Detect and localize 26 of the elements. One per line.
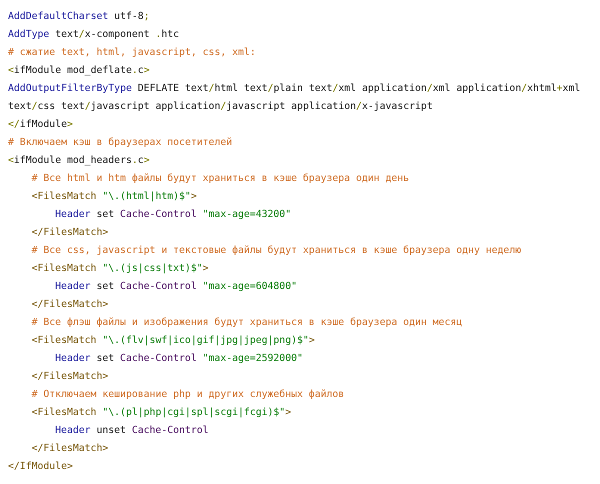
code-line: AddType text/x-component .htc	[8, 28, 180, 42]
code-line: <FilesMatch "\.(html|htm)$">	[32, 190, 198, 204]
code-line: <FilesMatch "\.(js|css|txt)$">	[32, 262, 210, 276]
code-line: </ifModule>	[8, 118, 74, 132]
code-line: <FilesMatch "\.(pl|php|cgi|spl|scgi|fcgi)$">	[32, 406, 292, 420]
code-line: </FilesMatch>	[32, 298, 110, 312]
code-line: Header set Cache-Control "max-age=43200"	[55, 208, 292, 222]
code-line: <FilesMatch "\.(flv|swf|ico|gif|jpg|jpeg|png)$">	[32, 334, 316, 348]
code-line: # Все флэш файлы и изображения будут храниться в кэше браузера один месяц	[32, 316, 464, 330]
code-line: Header set Cache-Control "max-age=604800"	[55, 280, 298, 294]
code-line: </IfModule>	[8, 460, 74, 474]
code-line: # сжатие text, html, javascript, css, xml:	[8, 46, 257, 60]
code-line: </FilesMatch>	[32, 442, 110, 456]
code-line: # Все html и htm файлы будут храниться в кэше браузера один день	[32, 172, 410, 186]
code-line: <ifModule mod_deflate.c>	[8, 64, 151, 78]
code-line: AddOutputFilterByType DEFLATE text/html text/plain text/xml application/xml application/xhtml+xml	[8, 82, 582, 96]
code-line: </FilesMatch>	[32, 226, 110, 240]
code-line: <ifModule mod_headers.c>	[8, 154, 151, 168]
code-line: # Все css, javascript и текстовые файлы будут храниться в кэше браузера одну неделю	[32, 244, 522, 258]
code-line: Header set Cache-Control "max-age=2592000"	[55, 352, 304, 366]
code-line: Header unset Cache-Control	[55, 424, 210, 438]
code-line: AddDefaultCharset utf-8;	[8, 10, 151, 24]
code-line: </FilesMatch>	[32, 370, 110, 384]
code-line: # Отключаем кеширование php и других служебных файлов	[32, 388, 346, 402]
code-line: # Включаем кэш в браузерах посетителей	[8, 136, 234, 150]
code-line: text/css text/javascript application/javascript application/x-javascript	[8, 100, 434, 114]
